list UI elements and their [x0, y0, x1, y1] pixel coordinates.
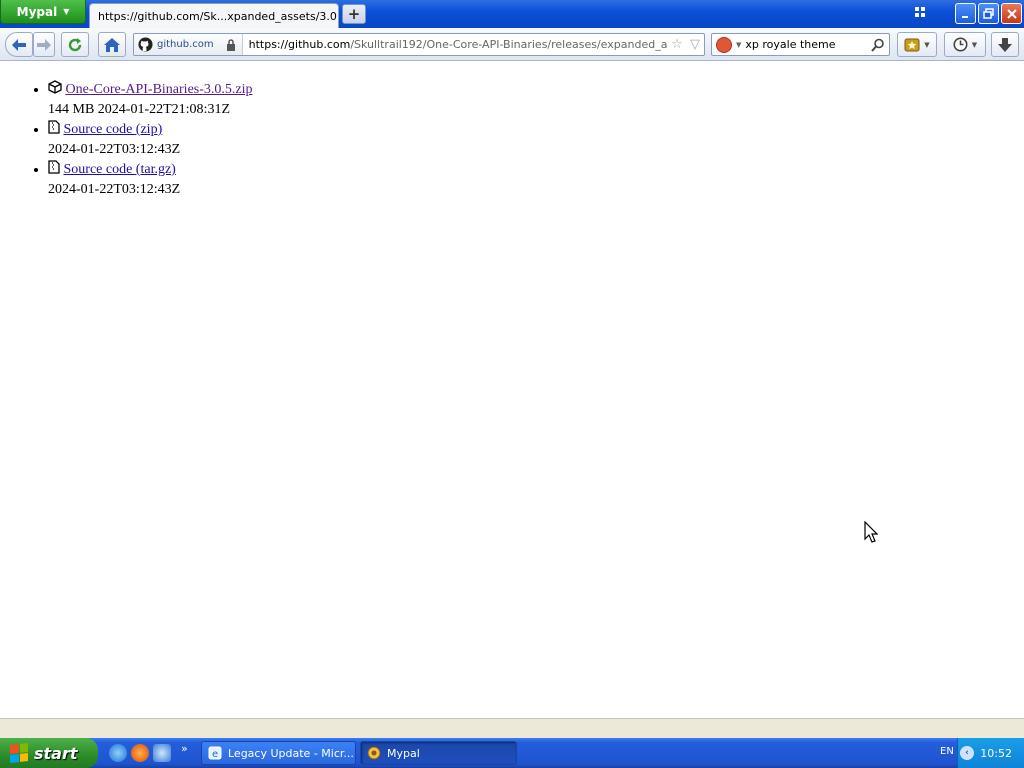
lock-icon: [226, 38, 235, 51]
asset-meta: 2024-01-22T03:12:43Z: [48, 142, 181, 157]
history-button[interactable]: ▼: [944, 32, 986, 57]
taskbar: start » e Legacy Update - Micr... Mypal …: [0, 738, 1024, 768]
start-button[interactable]: start: [0, 738, 98, 768]
minimize-button[interactable]: [955, 3, 976, 24]
taskbar-item-label: Mypal: [387, 746, 420, 760]
asset-link-zip-binary[interactable]: One-Core-API-Binaries-3.0.5.zip: [66, 82, 253, 97]
list-item: Source code (zip) 2024-01-22T03:12:43Z: [48, 120, 253, 160]
close-button[interactable]: [1001, 3, 1022, 24]
quick-launch-overflow-icon[interactable]: »: [181, 742, 188, 755]
url-host: https://github.com: [248, 38, 351, 51]
language-indicator[interactable]: EN: [940, 746, 954, 757]
page-content: One-Core-API-Binaries-3.0.5.zip 144 MB 2…: [0, 62, 1024, 718]
list-item: Source code (tar.gz) 2024-01-22T03:12:43…: [48, 160, 253, 200]
windows-logo-icon: [10, 743, 28, 763]
svg-text:e: e: [212, 749, 218, 760]
back-button[interactable]: [5, 32, 33, 57]
asset-link-source-targz[interactable]: Source code (tar.gz): [64, 162, 176, 177]
duckduckgo-icon[interactable]: [716, 36, 732, 53]
internet-explorer-icon[interactable]: [109, 744, 127, 762]
file-zip-icon: [48, 160, 60, 174]
minimize-icon: [961, 15, 968, 18]
tab-title: https://github.com/Sk...xpanded_assets/3…: [98, 9, 339, 23]
clock[interactable]: 10:52: [980, 747, 1012, 760]
github-icon: [138, 37, 153, 52]
forward-button[interactable]: [33, 32, 55, 57]
firefox-icon[interactable]: [131, 744, 149, 762]
download-arrow-icon: [998, 37, 1012, 52]
site-identity-button[interactable]: github.com: [134, 34, 243, 55]
home-icon: [104, 37, 120, 52]
show-desktop-icon[interactable]: [153, 744, 171, 762]
search-icon[interactable]: [871, 38, 885, 52]
package-icon: [48, 80, 62, 94]
tray-expand-icon[interactable]: ‹: [960, 746, 974, 760]
taskbar-item-mypal[interactable]: Mypal: [360, 741, 517, 765]
site-identity-label: github.com: [157, 39, 214, 50]
search-engine-chevron-icon[interactable]: ▼: [736, 41, 741, 49]
back-arrow-icon: [12, 38, 26, 51]
new-tab-button[interactable]: +: [342, 4, 366, 24]
list-item: One-Core-API-Binaries-3.0.5.zip 144 MB 2…: [48, 80, 253, 120]
url-path: /Skulltrail192/One-Core-API-Binaries/rel…: [350, 38, 668, 51]
forward-arrow-icon: [37, 38, 51, 51]
app-menu-label: Mypal: [16, 4, 58, 19]
tab-active[interactable]: https://github.com/Sk...xpanded_assets/3…: [89, 3, 339, 28]
url-history-dropdown-icon[interactable]: ▽: [686, 37, 704, 52]
navigation-toolbar: github.com https://github.com/Skulltrail…: [0, 28, 1024, 61]
list-all-tabs-icon[interactable]: [914, 6, 930, 22]
search-input[interactable]: [745, 38, 867, 51]
downloads-button[interactable]: [991, 32, 1019, 57]
release-assets-list: One-Core-API-Binaries-3.0.5.zip 144 MB 2…: [48, 80, 253, 200]
search-bar[interactable]: ▼: [711, 33, 890, 56]
asset-meta: 2024-01-22T03:12:43Z: [48, 182, 181, 197]
home-button[interactable]: [98, 32, 126, 57]
bookmark-star-icon[interactable]: ☆: [668, 37, 686, 52]
close-icon: [1006, 8, 1017, 19]
restore-icon: [983, 8, 994, 19]
taskbar-item-label: Legacy Update - Micr...: [228, 746, 354, 760]
app-menu-button[interactable]: Mypal ▼: [0, 0, 86, 24]
restore-button[interactable]: [978, 3, 999, 24]
chevron-down-icon: ▼: [63, 7, 70, 16]
clock-icon: [953, 37, 968, 52]
start-label: start: [34, 743, 78, 763]
taskbar-item-legacy-update[interactable]: e Legacy Update - Micr...: [201, 741, 356, 765]
mypal-icon: [367, 746, 381, 760]
status-bar: [0, 718, 1024, 738]
ie-window-icon: e: [208, 746, 222, 760]
url-text[interactable]: https://github.com/Skulltrail192/One-Cor…: [243, 38, 668, 51]
reload-button[interactable]: [61, 32, 89, 57]
bookmarks-icon: [904, 38, 920, 51]
asset-meta: 144 MB 2024-01-22T21:08:31Z: [48, 102, 230, 117]
reload-icon: [68, 37, 82, 51]
title-bar: Mypal ▼ https://github.com/Sk...xpanded_…: [0, 0, 1024, 28]
bookmarks-menu-button[interactable]: ▼: [897, 32, 937, 57]
file-zip-icon: [48, 120, 60, 134]
asset-link-source-zip[interactable]: Source code (zip): [64, 122, 163, 137]
url-bar[interactable]: github.com https://github.com/Skulltrail…: [133, 33, 705, 56]
